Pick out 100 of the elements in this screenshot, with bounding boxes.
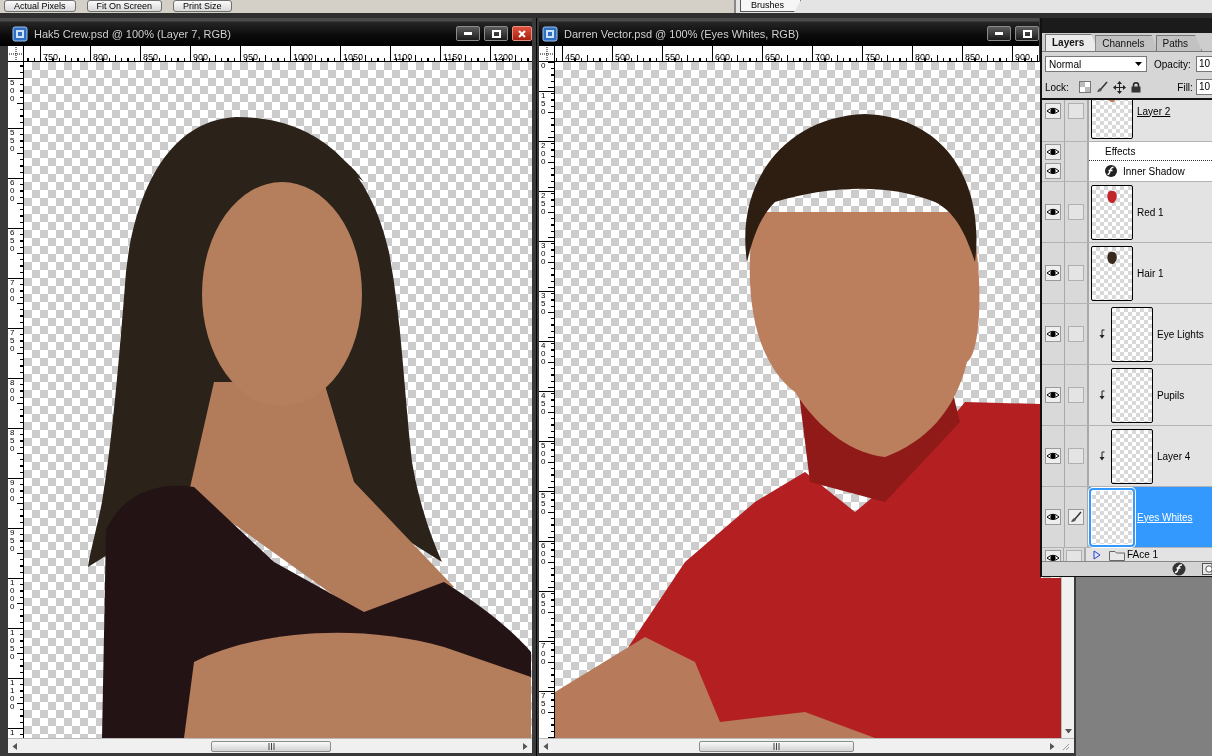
ruler-label: 700 bbox=[541, 642, 546, 666]
crosshair-icon[interactable] bbox=[8, 46, 23, 61]
layer-name: Eye Lights bbox=[1157, 328, 1204, 340]
toolbar-button[interactable]: Fit On Screen bbox=[86, 0, 163, 12]
layer-row[interactable]: Eye Lights bbox=[1089, 304, 1212, 364]
toolbar-button[interactable]: Actual Pixels bbox=[4, 0, 76, 12]
ruler-label: 1100 bbox=[10, 679, 15, 711]
caret-icon bbox=[1135, 62, 1142, 66]
layer-thumbnail bbox=[1091, 489, 1133, 545]
ruler-label: 550 bbox=[541, 492, 546, 516]
scrollbar-thumb[interactable] bbox=[699, 740, 854, 752]
opacity-label: Opacity: bbox=[1154, 58, 1191, 70]
layer-row[interactable]: Pupils bbox=[1089, 365, 1212, 425]
eye-icon[interactable] bbox=[1045, 143, 1061, 160]
document-icon bbox=[542, 25, 558, 42]
effects-label: Effects bbox=[1105, 145, 1136, 157]
minimize-icon bbox=[464, 32, 472, 35]
title-bar[interactable]: Darren Vector.psd @ 100% (Eyes Whites, RGB) bbox=[539, 18, 1039, 46]
ruler-label: 750 bbox=[10, 329, 15, 353]
group-name: FAce 1 bbox=[1127, 549, 1159, 561]
maximize-button[interactable] bbox=[1015, 26, 1039, 41]
eye-icon[interactable] bbox=[1045, 509, 1061, 525]
group-row[interactable]: FAce 1 bbox=[1086, 548, 1212, 561]
effects-row[interactable]: Effects bbox=[1089, 142, 1212, 161]
layer-name: Layer 4 bbox=[1157, 450, 1191, 462]
resize-grip-icon[interactable] bbox=[1061, 741, 1070, 751]
ruler-label: 800 bbox=[10, 379, 15, 403]
ruler-label: 500 bbox=[615, 53, 631, 61]
layer-name: Red 1 bbox=[1137, 206, 1164, 218]
layer-name: Eyes Whites bbox=[1137, 511, 1193, 523]
maximize-icon bbox=[1022, 29, 1032, 38]
eye-icon[interactable] bbox=[1045, 103, 1061, 119]
title-bar[interactable]: Hak5 Crew.psd @ 100% (Layer 7, RGB) bbox=[0, 18, 532, 46]
eye-icon[interactable] bbox=[1045, 163, 1061, 179]
minimize-button[interactable] bbox=[456, 26, 480, 41]
layer-thumbnail bbox=[1111, 367, 1153, 423]
maximize-button[interactable] bbox=[484, 26, 508, 41]
eye-icon[interactable] bbox=[1045, 204, 1061, 220]
crosshair-icon[interactable] bbox=[539, 46, 554, 61]
layer-row[interactable]: Layer 4 bbox=[1089, 426, 1212, 486]
down-arrow-icon[interactable] bbox=[1064, 729, 1072, 734]
eye-icon[interactable] bbox=[1045, 326, 1061, 342]
effect-icon bbox=[1105, 165, 1117, 177]
eye-icon[interactable] bbox=[1045, 387, 1061, 403]
close-button[interactable] bbox=[512, 26, 532, 41]
layer-style-icon[interactable] bbox=[1172, 562, 1186, 576]
layer-row[interactable]: Layer 2 bbox=[1089, 100, 1212, 141]
ruler-label: 450 bbox=[541, 392, 546, 416]
padlock-icon[interactable] bbox=[1130, 81, 1141, 93]
layer-name: Hair 1 bbox=[1137, 267, 1164, 279]
palette-tab[interactable]: Brushes bbox=[740, 0, 802, 12]
panel-tab[interactable]: Channels bbox=[1095, 35, 1159, 51]
ruler-label: 750 bbox=[541, 692, 546, 716]
close-icon bbox=[518, 29, 526, 38]
ruler-label: 550 bbox=[665, 53, 681, 61]
ruler-label: 700 bbox=[815, 53, 831, 61]
ruler-label: 750 bbox=[43, 53, 59, 61]
ruler-label: 850 bbox=[143, 53, 159, 61]
layer-row[interactable]: Red 1 bbox=[1089, 182, 1212, 242]
right-arrow-icon[interactable] bbox=[1050, 742, 1055, 750]
left-arrow-icon[interactable] bbox=[12, 742, 17, 750]
maximize-icon bbox=[491, 29, 501, 38]
eye-icon[interactable] bbox=[1045, 265, 1061, 281]
ruler-label: 650 bbox=[10, 229, 15, 253]
ruler-label: 800 bbox=[915, 53, 931, 61]
left-arrow-icon[interactable] bbox=[543, 742, 548, 750]
document-icon bbox=[12, 25, 28, 42]
ruler-label: 850 bbox=[965, 53, 981, 61]
scrollbar-thumb[interactable] bbox=[211, 740, 331, 752]
layer-name: Layer 2 bbox=[1137, 105, 1171, 117]
mask-icon[interactable] bbox=[1202, 563, 1212, 575]
layer-row[interactable]: Hair 1 bbox=[1089, 243, 1212, 303]
right-arrow-icon[interactable] bbox=[523, 742, 528, 750]
ruler-label: 900 bbox=[10, 479, 15, 503]
eye-icon[interactable] bbox=[1045, 448, 1061, 464]
ruler-label: 1000 bbox=[10, 579, 15, 611]
ruler-label: 800 bbox=[93, 53, 109, 61]
brush-icon[interactable] bbox=[1095, 81, 1108, 93]
blend-mode-dropdown[interactable]: Normal bbox=[1045, 56, 1147, 72]
panel-tab[interactable]: Paths bbox=[1155, 35, 1203, 51]
layer-name: Pupils bbox=[1157, 389, 1185, 401]
toolbar-button[interactable]: Print Size bbox=[173, 0, 232, 12]
horizontal-scrollbar[interactable] bbox=[8, 738, 532, 753]
effect-row[interactable]: Inner Shadow bbox=[1089, 161, 1212, 181]
expand-triangle-icon[interactable] bbox=[1093, 550, 1101, 560]
grip-icon bbox=[773, 742, 780, 750]
minimize-icon bbox=[995, 32, 1003, 35]
ruler-label: 600 bbox=[541, 542, 546, 566]
horizontal-scrollbar[interactable] bbox=[539, 738, 1074, 753]
minimize-button[interactable] bbox=[987, 26, 1011, 41]
brush-icon[interactable] bbox=[1068, 509, 1084, 525]
checker-lock-icon[interactable] bbox=[1078, 81, 1091, 93]
ruler-label: 350 bbox=[541, 292, 546, 316]
ruler-label: 850 bbox=[10, 429, 15, 453]
ruler-label: 200 bbox=[541, 142, 546, 166]
ruler-label: 600 bbox=[10, 179, 15, 203]
fill-field[interactable]: 10 bbox=[1195, 79, 1212, 95]
ruler-label: 1050 bbox=[10, 629, 15, 661]
opacity-field[interactable]: 10 bbox=[1195, 56, 1212, 72]
move-icon[interactable] bbox=[1112, 80, 1126, 94]
